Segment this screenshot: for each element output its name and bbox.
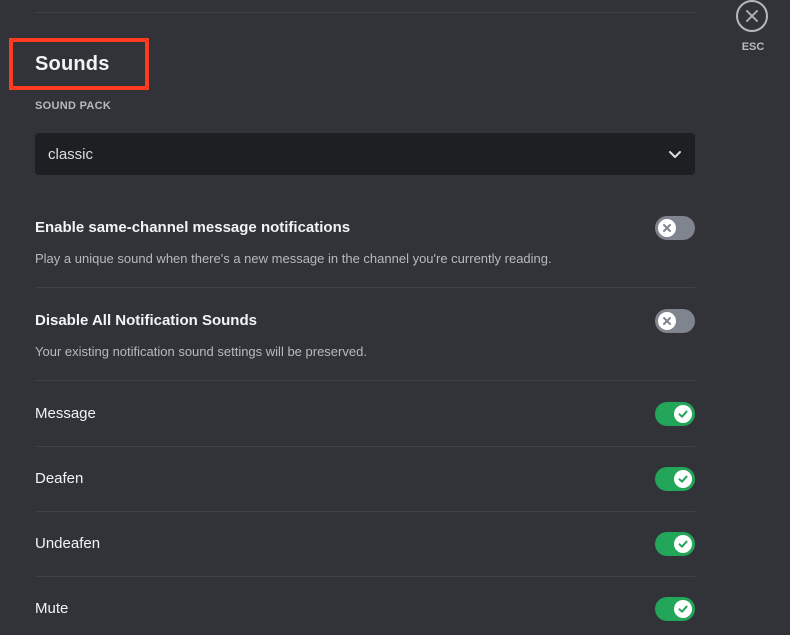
setting-title: Undeafen xyxy=(35,535,101,552)
mute-toggle[interactable] xyxy=(655,597,695,621)
x-icon xyxy=(663,317,671,325)
message-toggle[interactable] xyxy=(655,402,695,426)
setting-description: Your existing notification sound setting… xyxy=(35,344,367,359)
check-icon xyxy=(678,475,688,483)
setting-title: Deafen xyxy=(35,470,84,487)
undeafen-toggle[interactable] xyxy=(655,532,695,556)
divider xyxy=(35,287,695,288)
settings-page: Sounds ESC SOUND PACK classic Enable sam… xyxy=(0,0,790,635)
sound-pack-select[interactable]: classic xyxy=(35,133,695,175)
section-title: Sounds xyxy=(35,53,110,75)
sound-pack-label: SOUND PACK xyxy=(35,100,112,112)
setting-title: Message xyxy=(35,405,96,422)
setting-title: Mute xyxy=(35,600,69,617)
disable-all-sounds-toggle[interactable] xyxy=(655,309,695,333)
check-icon xyxy=(678,540,688,548)
divider xyxy=(35,576,695,577)
toggle-knob xyxy=(674,405,692,423)
close-control: ESC xyxy=(735,0,773,60)
toggle-knob xyxy=(674,600,692,618)
divider xyxy=(35,380,695,381)
same-channel-notifications-toggle[interactable] xyxy=(655,216,695,240)
check-icon xyxy=(678,605,688,613)
toggle-knob xyxy=(658,312,676,330)
setting-message: Message xyxy=(35,401,695,447)
setting-undeafen: Undeafen xyxy=(35,531,695,577)
toggle-knob xyxy=(658,219,676,237)
divider xyxy=(35,511,695,512)
setting-disable-all-sounds: Disable All Notification Sounds Your exi… xyxy=(35,308,695,381)
sound-pack-value: classic xyxy=(48,146,94,163)
setting-title: Enable same-channel message notification… xyxy=(35,219,351,236)
setting-title: Disable All Notification Sounds xyxy=(35,312,257,329)
setting-same-channel-notifications: Enable same-channel message notification… xyxy=(35,215,695,288)
chevron-down-icon xyxy=(669,151,681,158)
close-icon xyxy=(746,10,758,22)
toggle-knob xyxy=(674,470,692,488)
setting-mute: Mute xyxy=(35,596,695,632)
deafen-toggle[interactable] xyxy=(655,467,695,491)
divider xyxy=(35,446,695,447)
toggle-knob xyxy=(674,535,692,553)
check-icon xyxy=(678,410,688,418)
x-icon xyxy=(663,224,671,232)
setting-deafen: Deafen xyxy=(35,466,695,512)
setting-description: Play a unique sound when there's a new m… xyxy=(35,251,552,266)
esc-label: ESC xyxy=(741,41,765,53)
top-divider xyxy=(35,12,695,13)
close-button[interactable] xyxy=(736,0,768,32)
